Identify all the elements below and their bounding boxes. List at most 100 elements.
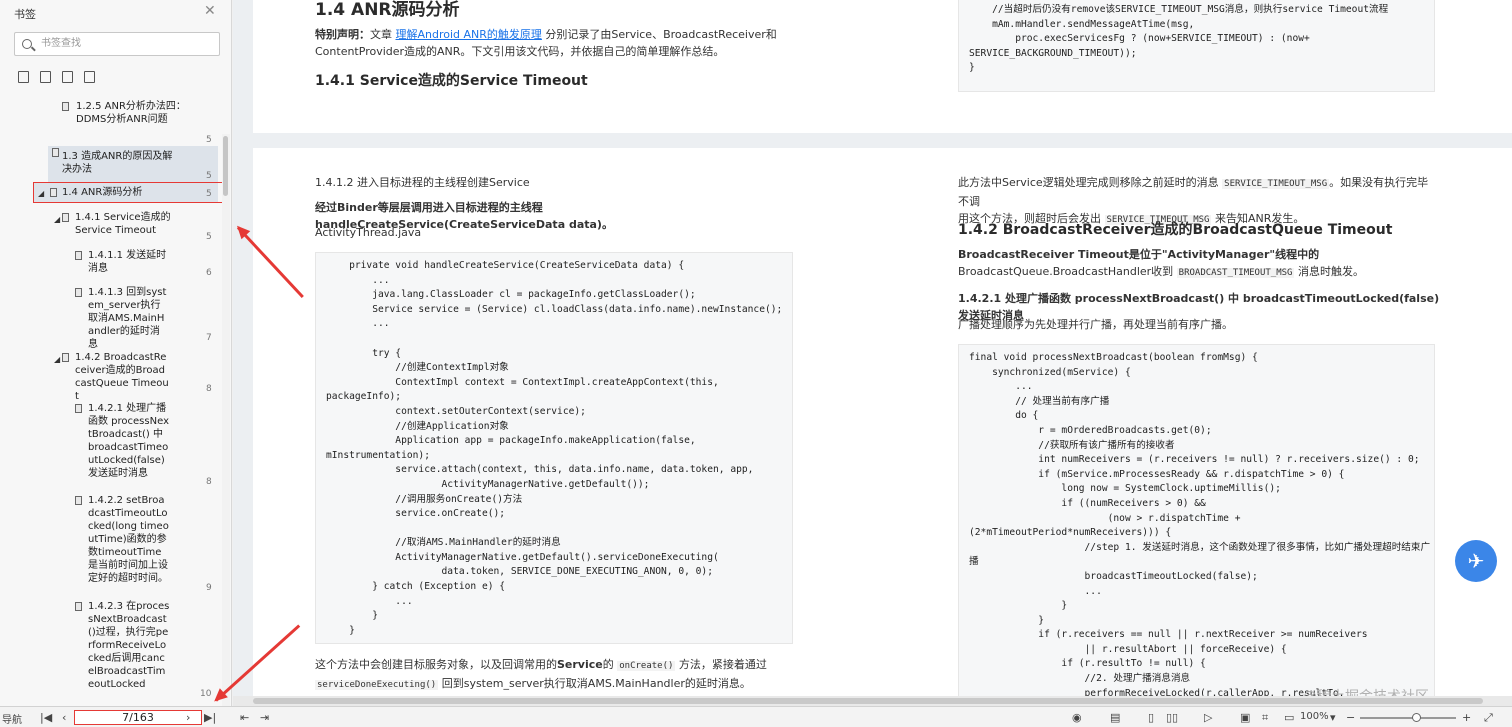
inline-code: serviceDoneExecuting(): [315, 680, 439, 690]
code-block: //当超时后仍没有remove该SERVICE_TIMEOUT_MSG消息，则执…: [958, 0, 1435, 92]
fit-width-icon[interactable]: ▣: [1240, 711, 1250, 724]
single-page-icon[interactable]: ▯: [1148, 711, 1154, 724]
toc-item-label: 1.3 造成ANR的原因及解决办法: [62, 151, 173, 175]
toc-item[interactable]: ◢ 1.4.1 Service造成的Service Timeout 5: [54, 211, 212, 242]
bookmark-item-icon: [75, 602, 82, 611]
collapse-all-icon[interactable]: [40, 71, 51, 83]
page-number-input[interactable]: 7/163: [74, 710, 202, 725]
bookmark-tree: 1.2.5 ANR分析办法四：DDMS分析ANR问题 5 1.3 造成ANR的原…: [0, 94, 222, 704]
notice-text: 分别记录了由Service、BroadcastReceiver和: [541, 28, 777, 41]
notice-paragraph: 特别声明：文章 理解Android ANR的触发原理 分别记录了由Service…: [315, 26, 835, 60]
last-page-icon[interactable]: ▶|: [204, 711, 216, 724]
continuous-view-icon[interactable]: ▤: [1110, 711, 1120, 724]
toc-item-label: 1.4.1.1 发送延时消息: [88, 250, 167, 274]
notice-label: 特别声明：: [315, 28, 370, 41]
bookmark-item-icon: [62, 353, 69, 362]
sidebar-scrollbar[interactable]: [222, 134, 230, 708]
toc-item[interactable]: 1.4.2.2 setBroadcastTimeoutLocked(long t…: [75, 494, 215, 593]
toc-item[interactable]: 1.4.1.1 发送延时消息 6: [75, 249, 215, 278]
bookmark-sidebar: 书签 ✕ 书签查找 1.2.5 ANR分析办法四：DDMS分析ANR问题 5 1…: [0, 0, 232, 708]
zoom-value[interactable]: 100%: [1300, 711, 1329, 722]
paragraph: 广播处理顺序为先处理并行广播，再处理当前有序广播。: [958, 318, 1233, 331]
back-icon[interactable]: ⇤: [240, 711, 249, 724]
bookmark-search-input[interactable]: 书签查找: [14, 32, 220, 56]
next-page-icon[interactable]: ›: [186, 711, 190, 724]
bookmark-item-icon: [75, 251, 82, 260]
toc-item-page: 8: [206, 384, 212, 394]
paragraph-text: 回到system_server执行取消AMS.MainHandler的延时消息。: [438, 677, 751, 690]
nav-label: 导航: [2, 715, 22, 726]
forward-icon[interactable]: ⇥: [260, 711, 269, 724]
paragraph: BroadcastReceiver Timeout是位于"ActivityMan…: [958, 246, 1438, 282]
toc-item-page: 9: [206, 583, 212, 593]
collapse-arrow-icon[interactable]: ◢: [54, 213, 60, 226]
toc-item-label: 1.4 ANR源码分析: [62, 187, 143, 198]
toc-item-page: 7: [206, 333, 212, 343]
inline-code: SERVICE_TIMEOUT_MSG: [1222, 179, 1330, 189]
pdf-page: 1.4.1.2 进入目标进程的主线程创建Service 经过Binder等层层调…: [253, 148, 1512, 706]
bookmark-item-icon: [62, 102, 69, 111]
toc-item-label: 1.4.1.3 回到system_server执行取消AMS.MainHandl…: [88, 287, 167, 350]
pdf-reader-window: 书签 ✕ 书签查找 1.2.5 ANR分析办法四：DDMS分析ANR问题 5 1…: [0, 0, 1512, 727]
toc-item-label: 1.4.2.3 在processNextBroadcast()过程，执行完per…: [88, 601, 170, 690]
fullscreen-icon[interactable]: ⤢: [1484, 711, 1493, 725]
zoom-slider-handle[interactable]: [1412, 713, 1421, 722]
paragraph-text: 方法，紧接着通过: [675, 658, 767, 671]
bookmark-item-icon: [62, 213, 69, 222]
toc-item[interactable]: 1.4.2.1 处理广播函数 processNextBroadcast() 中 …: [75, 402, 215, 487]
toc-item[interactable]: 1.2.5 ANR分析办法四：DDMS分析ANR问题 5: [62, 100, 212, 145]
pdf-page: 1.4 ANR源码分析 特别声明：文章 理解Android ANR的触发原理 分…: [253, 0, 1512, 133]
close-icon[interactable]: ✕: [204, 3, 216, 19]
collapse-arrow-icon[interactable]: ◢: [54, 353, 60, 366]
scrollbar-thumb[interactable]: [223, 136, 228, 196]
play-icon[interactable]: ▷: [1204, 711, 1212, 724]
toc-item-page: 6: [206, 268, 212, 278]
paragraph-bold: BroadcastReceiver Timeout是位于"ActivityMan…: [958, 248, 1320, 261]
toc-item-page: 10: [200, 689, 212, 699]
prev-page-icon[interactable]: ‹: [62, 711, 66, 724]
toc-item-page: 5: [206, 232, 212, 242]
zoom-mode-icon[interactable]: ▭: [1284, 711, 1294, 724]
toc-item-label: 1.4.2.2 setBroadcastTimeoutLocked(long t…: [88, 495, 169, 584]
subsection-heading: 1.4.2 BroadcastReceiver造成的BroadcastQueue…: [958, 222, 1393, 238]
toc-item-page: 5: [206, 189, 212, 199]
subsection-title: 1.4.1.2 进入目标进程的主线程创建Service: [315, 176, 530, 189]
status-bar: 导航 |◀ ‹ 7/163 › ▶| ⇤ ⇥ ◉ ▤ ▯ ▯▯ ▷ ▣ ⌗ ▭ …: [0, 706, 1512, 727]
zoom-slider[interactable]: [1360, 713, 1456, 722]
expand-all-icon[interactable]: [18, 71, 29, 83]
section-heading: 1.4 ANR源码分析: [315, 0, 460, 20]
file-name: ActivityThread.java: [315, 226, 422, 239]
search-placeholder: 书签查找: [41, 38, 81, 49]
zoom-out-icon[interactable]: −: [1346, 711, 1355, 724]
eye-icon[interactable]: ◉: [1072, 711, 1082, 724]
scrollbar-thumb[interactable]: [253, 698, 1483, 704]
crop-icon[interactable]: ⌗: [1262, 711, 1268, 725]
inline-code: BROADCAST_TIMEOUT_MSG: [1176, 268, 1295, 278]
toc-item[interactable]: ◢ 1.4.2 BroadcastReceiver造成的BroadcastQue…: [54, 351, 214, 403]
toc-item[interactable]: 1.4.1.3 回到system_server执行取消AMS.MainHandl…: [75, 286, 215, 351]
sidebar-title: 书签: [14, 8, 36, 21]
zoom-in-icon[interactable]: +: [1462, 711, 1471, 724]
first-page-icon[interactable]: |◀: [40, 711, 52, 724]
two-page-icon[interactable]: ▯▯: [1166, 711, 1178, 724]
horizontal-scrollbar[interactable]: [233, 696, 1512, 706]
code-block: final void processNextBroadcast(boolean …: [958, 344, 1435, 706]
bookmark-icon[interactable]: [84, 71, 95, 83]
chevron-down-icon[interactable]: ▾: [1330, 711, 1336, 724]
add-bookmark-icon[interactable]: [62, 71, 73, 83]
bookmark-item-icon: [75, 288, 82, 297]
bookmark-item-icon: [75, 496, 82, 505]
bookmark-toolbar: [18, 68, 106, 83]
toc-item-selected[interactable]: ◢ 1.4 ANR源码分析 5: [34, 183, 218, 202]
collapse-arrow-icon[interactable]: ◢: [38, 187, 44, 200]
toc-item[interactable]: 1.4.2.3 在processNextBroadcast()过程，执行完per…: [75, 600, 215, 699]
toc-item-label: 1.4.2.1 处理广播函数 processNextBroadcast() 中 …: [88, 403, 169, 479]
search-icon: [22, 39, 32, 49]
paragraph-text: 消息时触发。: [1294, 265, 1364, 278]
toc-item-label: 1.4.2 BroadcastReceiver造成的BroadcastQueue…: [75, 352, 169, 402]
bookmark-item-icon: [75, 404, 82, 413]
juejin-logo-icon[interactable]: ✈: [1455, 540, 1497, 582]
article-link[interactable]: 理解Android ANR的触发原理: [396, 28, 542, 41]
toc-item[interactable]: 1.3 造成ANR的原因及解决办法 5: [48, 146, 218, 182]
bookmark-item-icon: [50, 188, 57, 197]
